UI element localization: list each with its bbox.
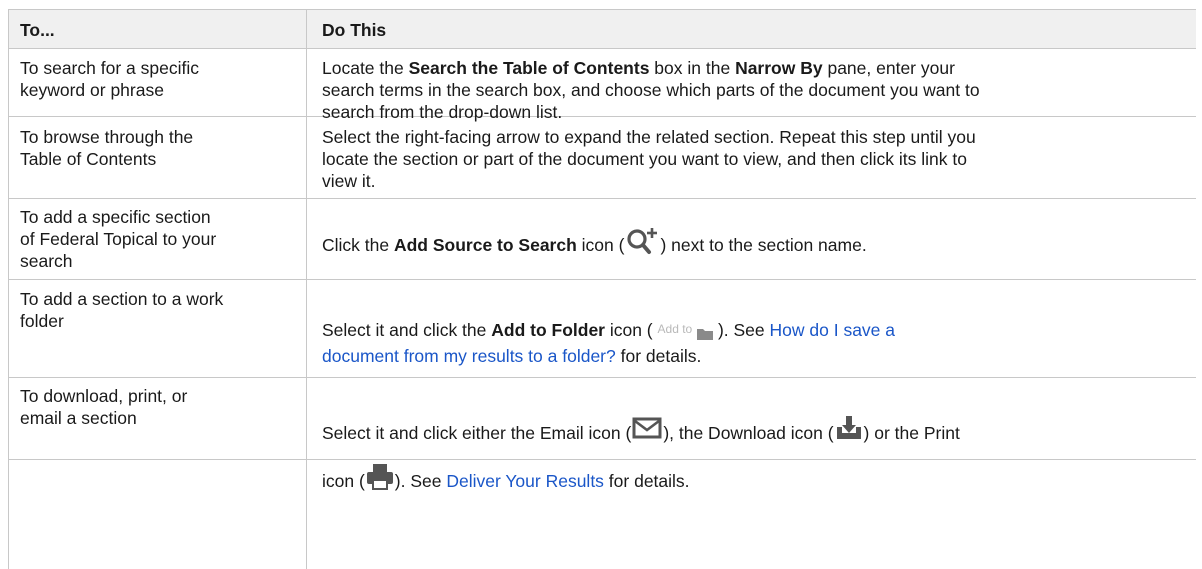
header-do-this: Do This — [322, 20, 387, 40]
row3-task-line: search — [20, 251, 73, 271]
how-to-save-link[interactable]: document from my results to a folder? — [322, 346, 616, 366]
ui-term: Search the Table of Contents — [408, 58, 650, 78]
text: locate the section or part of the docume… — [322, 149, 967, 169]
text: for details. — [615, 346, 702, 366]
row-divider — [8, 48, 1196, 49]
how-to-save-link[interactable]: How do I save a — [770, 320, 895, 340]
text: ) next to the section name. — [660, 235, 867, 255]
header-to: To... — [20, 20, 55, 40]
text: ), the Download icon ( — [663, 423, 834, 443]
text: icon ( — [576, 235, 625, 255]
text: view it. — [322, 171, 376, 191]
text: Locate the — [322, 58, 409, 78]
row2-instructions: Select the right-facing arrow to expand … — [322, 126, 1192, 192]
row3-instructions: Click the Add Source to Search icon ( ) n… — [322, 227, 1192, 260]
row2-task-line: To browse through the — [20, 127, 194, 147]
text: Select it and click either the Email ico… — [322, 423, 632, 443]
add-source-to-search-icon — [624, 227, 660, 260]
add-to-folder-chip-label: Add to — [657, 322, 693, 336]
column-divider — [306, 9, 307, 569]
ui-term: Add Source to Search — [393, 235, 577, 255]
row1-task: To search for a specific keyword or phra… — [20, 57, 300, 101]
text: ). See — [713, 320, 770, 340]
row2-task: To browse through the Table of Contents — [20, 126, 300, 170]
instructions-table: To... Do This To search for a specific k… — [8, 9, 1196, 569]
row4-task: To add a section to a work folder — [20, 288, 300, 332]
text: icon ( — [604, 320, 658, 340]
ui-term: Narrow By — [735, 58, 823, 78]
row3-task-line: of Federal Topical to your — [20, 229, 217, 249]
text: icon ( — [322, 471, 365, 491]
row-divider — [8, 198, 1196, 199]
download-icon — [834, 415, 864, 459]
row4-task-line: folder — [20, 311, 64, 331]
text: Click the — [322, 235, 394, 255]
row5-task-line: email a section — [20, 408, 137, 428]
row5-instructions: Select it and click either the Email ico… — [322, 411, 1192, 507]
text: for details. — [603, 471, 690, 491]
row3-task: To add a specific section of Federal Top… — [20, 206, 300, 272]
folder-icon — [697, 323, 714, 345]
text: Select it and click the — [322, 320, 492, 340]
row1-task-line: keyword or phrase — [20, 80, 164, 100]
ui-term: Add to Folder — [491, 320, 605, 340]
text: ). See — [394, 471, 447, 491]
text: pane, enter your — [822, 58, 955, 78]
row1-task-line: To search for a specific — [20, 58, 199, 78]
row4-task-line: To add a section to a work — [20, 289, 224, 309]
row4-instructions: Select it and click the Add to Folder ic… — [322, 318, 1192, 367]
text: box in the — [649, 58, 736, 78]
deliver-your-results-link[interactable]: Deliver Your Results — [446, 471, 604, 491]
row2-task-line: Table of Contents — [20, 149, 157, 169]
row1-instructions: Locate the Search the Table of Contents … — [322, 57, 1192, 123]
row-divider — [8, 279, 1196, 280]
text: search from the drop-down list. — [322, 102, 563, 122]
row-divider — [8, 377, 1196, 378]
print-icon — [365, 463, 395, 507]
text: ) or the Print — [863, 423, 960, 443]
email-icon — [631, 415, 663, 459]
text: search terms in the search box, and choo… — [322, 80, 980, 100]
row5-task-line: To download, print, or — [20, 386, 188, 406]
row5-task: To download, print, or email a section — [20, 385, 300, 429]
row3-task-line: To add a specific section — [20, 207, 211, 227]
text: Select the right-facing arrow to expand … — [322, 127, 976, 147]
